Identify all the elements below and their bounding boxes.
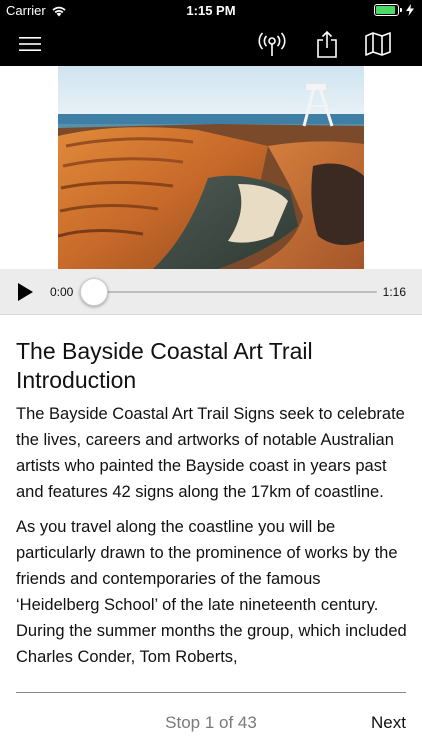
map-icon — [365, 32, 391, 56]
scrubber-thumb[interactable] — [80, 278, 108, 306]
footer-bar: Stop 1 of 43 Next — [0, 693, 422, 750]
share-icon — [317, 30, 337, 58]
status-time: 1:15 PM — [186, 3, 236, 18]
share-button[interactable] — [311, 28, 343, 60]
article-title: The Bayside Coastal Art Trail Introducti… — [16, 338, 313, 393]
next-button[interactable]: Next — [371, 713, 406, 733]
coastal-rocks-photo — [58, 66, 364, 269]
battery-icon — [374, 4, 402, 16]
hamburger-menu-icon — [19, 37, 41, 51]
nav-bar — [0, 22, 422, 66]
duration-time: 1:16 — [382, 285, 406, 299]
article-content[interactable]: The Bayside Coastal Art Trail Introducti… — [16, 337, 408, 690]
article-paragraph: The Bayside Coastal Art Trail Signs seek… — [16, 405, 405, 501]
progress-track[interactable] — [92, 291, 377, 293]
broadcast-button[interactable] — [256, 28, 288, 60]
broadcast-icon — [258, 32, 286, 56]
status-bar: Carrier 1:15 PM — [0, 0, 422, 22]
battery-indicator — [374, 4, 414, 16]
current-time: 0:00 — [50, 285, 74, 299]
article-paragraph: As you travel along the coastline you wi… — [16, 518, 407, 666]
play-button[interactable] — [14, 281, 36, 303]
coastal-rocks-illustration — [58, 66, 364, 269]
stop-counter: Stop 1 of 43 — [165, 713, 257, 732]
battery-fill — [376, 6, 395, 14]
map-button[interactable] — [362, 28, 394, 60]
charging-bolt-icon — [406, 4, 414, 16]
hero-image-area — [0, 66, 422, 269]
play-icon — [18, 283, 33, 301]
menu-button[interactable] — [14, 28, 46, 60]
audio-player: 0:00 1:16 — [0, 269, 422, 315]
